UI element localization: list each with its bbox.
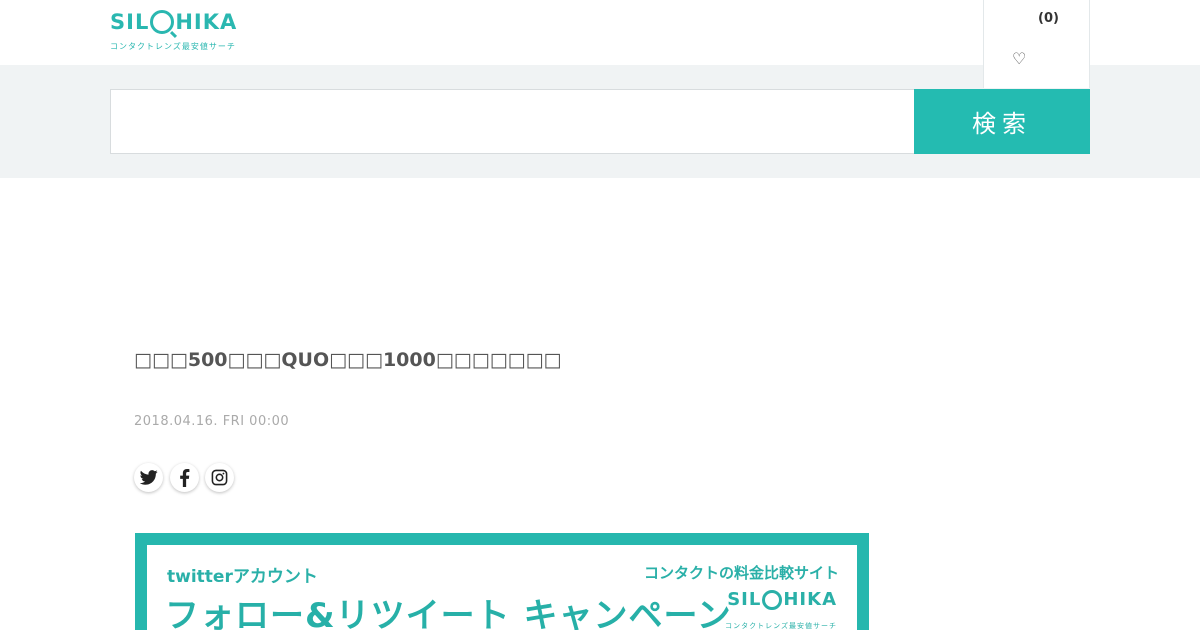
search-button[interactable]: 検索	[914, 89, 1090, 154]
banner-logo-tagline: コンタクトレンズ最安値サーチ	[725, 622, 837, 630]
twitter-share-button[interactable]	[134, 463, 163, 492]
banner-subtitle: twitterアカウント	[167, 567, 318, 587]
logo-text-left: SIL	[110, 10, 150, 34]
facebook-icon	[180, 468, 190, 487]
heart-outline-icon[interactable]: ♡	[1012, 49, 1026, 68]
banner-logo-text-right: HIKA	[783, 589, 837, 610]
search-input[interactable]	[110, 89, 915, 154]
twitter-icon	[139, 470, 158, 485]
facebook-share-button[interactable]	[170, 463, 199, 492]
logo-tagline: コンタクトレンズ最安値サーチ	[110, 42, 236, 51]
instagram-icon	[211, 469, 228, 486]
logo-lens-icon	[150, 10, 175, 34]
banner-content: twitterアカウント フォロー&リツイート キャンペーン コンタクトの料金比…	[147, 545, 857, 630]
instagram-share-button[interactable]	[205, 463, 234, 492]
site-logo[interactable]: SIL HIKA コンタクトレンズ最安値サーチ	[110, 6, 242, 52]
banner-logo: SIL HIKA コンタクトレンズ最安値サーチ	[719, 587, 837, 630]
favorites-count: (0)	[1038, 11, 1059, 26]
logo-wordmark: SIL HIKA	[110, 10, 237, 34]
campaign-banner[interactable]: twitterアカウント フォロー&リツイート キャンペーン コンタクトの料金比…	[135, 533, 869, 630]
banner-right-text: コンタクトの料金比較サイト	[643, 564, 839, 582]
banner-logo-wordmark: SIL HIKA	[727, 589, 837, 610]
banner-logo-text-left: SIL	[727, 589, 762, 610]
article-date: 2018.04.16. FRI 00:00	[134, 414, 290, 429]
site-header: SIL HIKA コンタクトレンズ最安値サーチ (0) ♡	[0, 0, 1200, 88]
favorites-panel[interactable]: (0) ♡	[983, 0, 1090, 88]
banner-logo-lens-icon	[762, 589, 783, 610]
logo-text-right: HIKA	[175, 10, 238, 34]
article-title: □□□500□□□QUO□□□1000□□□□□□□	[134, 349, 562, 371]
banner-headline: フォロー&リツイート キャンペーン	[165, 596, 732, 630]
